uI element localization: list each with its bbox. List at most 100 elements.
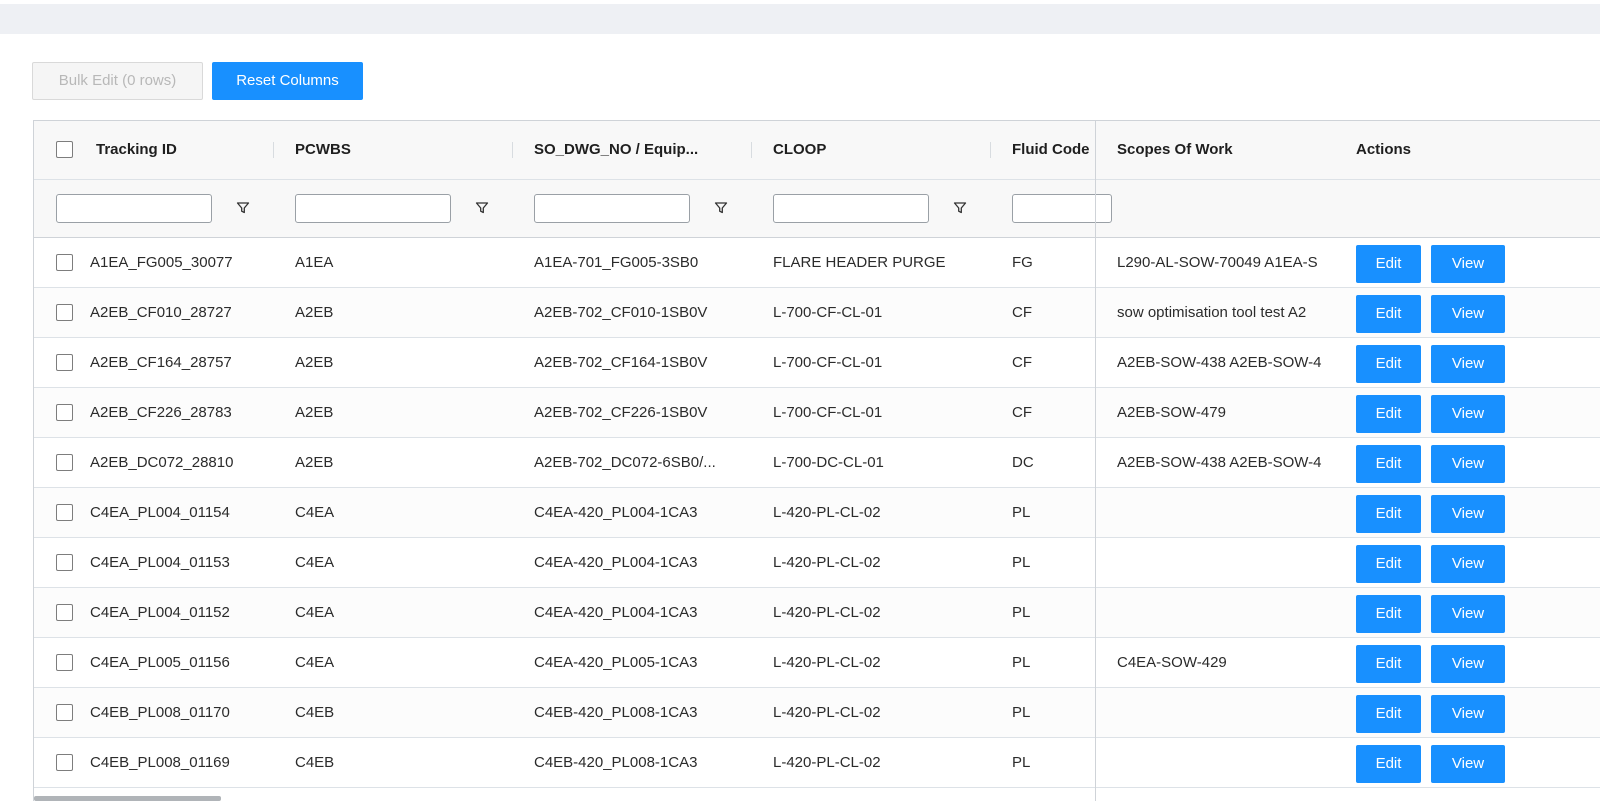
filter-icon[interactable] (714, 201, 728, 215)
view-button[interactable]: View (1431, 445, 1505, 483)
cell-scopes-of-work: C4EA-SOW-429 (1117, 654, 1227, 671)
view-button[interactable]: View (1431, 595, 1505, 633)
column-resize-handle[interactable] (512, 142, 513, 158)
edit-button[interactable]: Edit (1356, 495, 1421, 533)
column-resize-handle[interactable] (990, 142, 991, 158)
cell-so-dwg-no: A2EB-702_CF010-1SB0V (534, 304, 708, 321)
row-checkbox[interactable] (56, 754, 73, 771)
cell-fluid-code: PL (1012, 654, 1031, 671)
table-row[interactable]: A2EB_DC072_28810 A2EB A2EB-702_DC072-6SB… (34, 438, 1600, 488)
filter-input-cloop[interactable] (773, 194, 929, 223)
cell-fluid-code: PL (1012, 604, 1031, 621)
table-row[interactable]: A2EB_CF010_28727 A2EB A2EB-702_CF010-1SB… (34, 288, 1600, 338)
view-button[interactable]: View (1431, 295, 1505, 333)
edit-button[interactable]: Edit (1356, 445, 1421, 483)
table-row[interactable]: A2EB_CF164_28757 A2EB A2EB-702_CF164-1SB… (34, 338, 1600, 388)
table-row[interactable]: C4EA_PL004_01152 C4EA C4EA-420_PL004-1CA… (34, 588, 1600, 638)
main-card: Bulk Edit (0 rows) Reset Columns Trackin… (2, 34, 1600, 801)
view-button[interactable]: View (1431, 745, 1505, 783)
cell-tracking-id: C4EA_PL004_01154 (90, 504, 230, 521)
cell-pcwbs: C4EA (295, 554, 335, 571)
view-button[interactable]: View (1431, 645, 1505, 683)
filter-icon[interactable] (475, 201, 489, 215)
cell-scopes-of-work (1117, 688, 1336, 737)
row-checkbox[interactable] (56, 604, 73, 621)
cell-fluid-code: PL (1012, 704, 1031, 721)
cell-fluid-code: CF (1012, 354, 1032, 371)
filter-input-so-dwg-no[interactable] (534, 194, 690, 223)
table-row[interactable]: A1EA_FG005_30077 A1EA A1EA-701_FG005-3SB… (34, 238, 1600, 288)
header-pcwbs[interactable]: PCWBS (295, 121, 495, 179)
cell-fluid-code: DC (1012, 454, 1034, 471)
cell-so-dwg-no: C4EB-420_PL008-1CA3 (534, 754, 698, 771)
row-checkbox[interactable] (56, 254, 73, 271)
view-button[interactable]: View (1431, 245, 1505, 283)
cell-fluid-code: FG (1012, 254, 1033, 271)
select-all-checkbox[interactable] (56, 141, 73, 158)
filter-icon[interactable] (953, 201, 967, 215)
cell-so-dwg-no: A2EB-702_DC072-6SB0/... (534, 454, 716, 471)
cell-fluid-code: PL (1012, 754, 1031, 771)
cell-scopes-of-work: sow optimisation tool test A2 (1117, 304, 1307, 321)
cell-cloop: FLARE HEADER PURGE (773, 254, 946, 271)
filter-icon[interactable] (236, 201, 250, 215)
row-checkbox[interactable] (56, 504, 73, 521)
view-button[interactable]: View (1431, 545, 1505, 583)
column-resize-handle[interactable] (273, 142, 274, 158)
cell-pcwbs: C4EB (295, 754, 335, 771)
table-row[interactable]: A2EB_CF226_28783 A2EB A2EB-702_CF226-1SB… (34, 388, 1600, 438)
header-so-dwg-no[interactable]: SO_DWG_NO / Equip... (534, 121, 744, 179)
header-fluid-code[interactable]: Fluid Code (1012, 121, 1094, 179)
cell-pcwbs: A2EB (295, 354, 334, 371)
top-band (0, 0, 1600, 34)
edit-button[interactable]: Edit (1356, 295, 1421, 333)
view-button[interactable]: View (1431, 395, 1505, 433)
cell-tracking-id: A2EB_CF226_28783 (90, 404, 232, 421)
table-row[interactable]: C4EA_PL004_01154 C4EA C4EA-420_PL004-1CA… (34, 488, 1600, 538)
pinned-column-divider (1095, 121, 1096, 801)
row-checkbox[interactable] (56, 654, 73, 671)
header-cloop[interactable]: CLOOP (773, 121, 973, 179)
row-checkbox[interactable] (56, 304, 73, 321)
table-row[interactable]: C4EB_PL008_01169 C4EB C4EB-420_PL008-1CA… (34, 738, 1600, 788)
cell-so-dwg-no: A2EB-702_CF164-1SB0V (534, 354, 708, 371)
edit-button[interactable]: Edit (1356, 345, 1421, 383)
edit-button[interactable]: Edit (1356, 745, 1421, 783)
cell-so-dwg-no: C4EA-420_PL004-1CA3 (534, 554, 698, 571)
view-button[interactable]: View (1431, 695, 1505, 733)
cell-pcwbs: C4EA (295, 504, 335, 521)
cell-scopes-of-work: A2EB-SOW-438 A2EB-SOW-4 (1117, 354, 1322, 371)
cell-tracking-id: C4EB_PL008_01169 (90, 754, 230, 771)
cell-scopes-of-work (1117, 738, 1336, 787)
edit-button[interactable]: Edit (1356, 645, 1421, 683)
filter-input-pcwbs[interactable] (295, 194, 451, 223)
row-checkbox[interactable] (56, 554, 73, 571)
header-tracking-id[interactable]: Tracking ID (96, 121, 266, 179)
edit-button[interactable]: Edit (1356, 545, 1421, 583)
column-resize-handle[interactable] (751, 142, 752, 158)
edit-button[interactable]: Edit (1356, 395, 1421, 433)
filter-input-fluid-code[interactable] (1012, 194, 1112, 223)
horizontal-scrollbar[interactable] (34, 796, 221, 801)
row-checkbox[interactable] (56, 404, 73, 421)
row-checkbox[interactable] (56, 454, 73, 471)
reset-columns-button[interactable]: Reset Columns (212, 62, 363, 100)
row-checkbox[interactable] (56, 354, 73, 371)
view-button[interactable]: View (1431, 495, 1505, 533)
table-row[interactable]: C4EB_PL008_01170 C4EB C4EB-420_PL008-1CA… (34, 688, 1600, 738)
cell-pcwbs: C4EA (295, 654, 335, 671)
edit-button[interactable]: Edit (1356, 695, 1421, 733)
cell-scopes-of-work (1117, 588, 1336, 637)
cell-cloop: L-420-PL-CL-02 (773, 554, 881, 571)
view-button[interactable]: View (1431, 345, 1505, 383)
table-row[interactable]: C4EA_PL004_01153 C4EA C4EA-420_PL004-1CA… (34, 538, 1600, 588)
edit-button[interactable]: Edit (1356, 595, 1421, 633)
header-scopes-of-work[interactable]: Scopes Of Work (1117, 121, 1317, 179)
table-row[interactable]: C4EA_PL005_01156 C4EA C4EA-420_PL005-1CA… (34, 638, 1600, 688)
edit-button[interactable]: Edit (1356, 245, 1421, 283)
cell-so-dwg-no: C4EA-420_PL004-1CA3 (534, 504, 698, 521)
cell-cloop: L-700-CF-CL-01 (773, 354, 883, 371)
filter-input-tracking-id[interactable] (56, 194, 212, 223)
bulk-edit-button[interactable]: Bulk Edit (0 rows) (32, 62, 203, 100)
row-checkbox[interactable] (56, 704, 73, 721)
